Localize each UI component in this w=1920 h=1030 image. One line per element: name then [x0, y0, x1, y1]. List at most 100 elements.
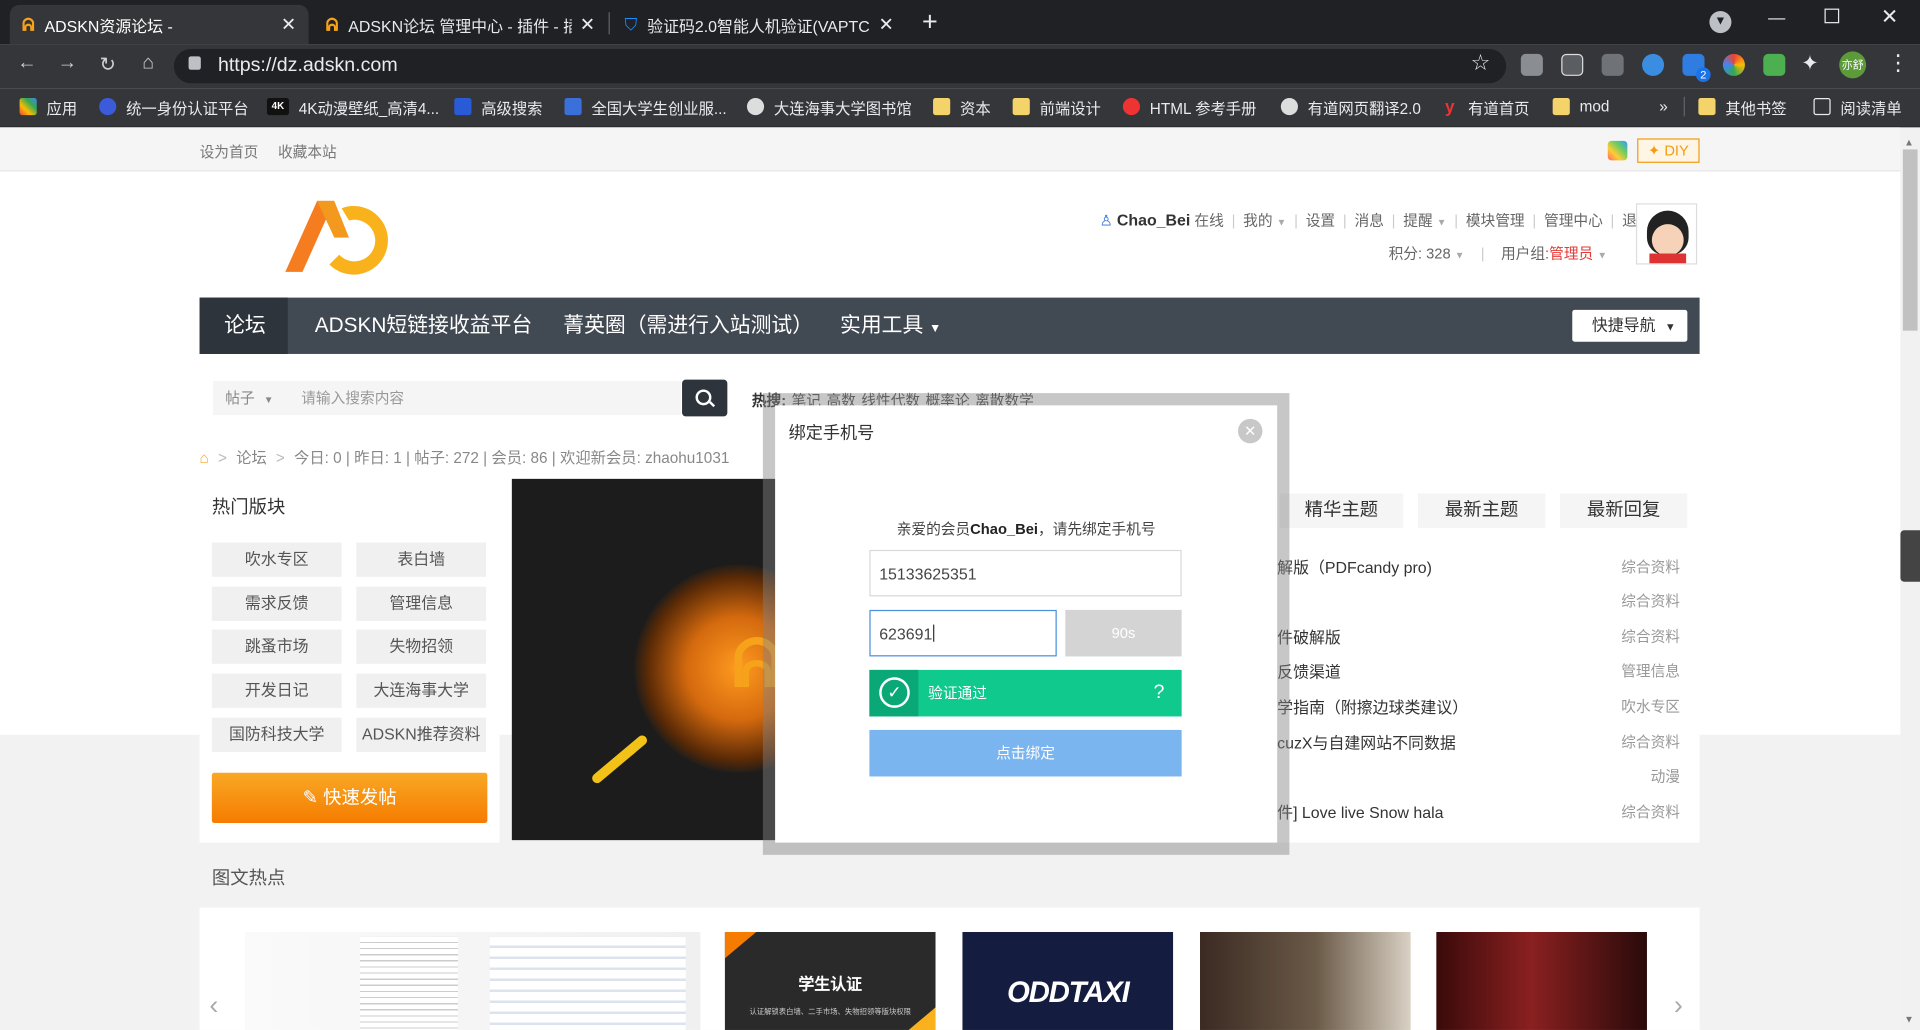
captcha-verified[interactable]: ✓ 验证通过 ?: [869, 669, 1182, 717]
theme-icon[interactable]: [1607, 140, 1628, 161]
bookmark-item[interactable]: 4K 4K动漫壁纸_高清4...: [266, 93, 439, 120]
bookmark-folder[interactable]: 资本: [933, 93, 991, 120]
home-icon[interactable]: ⌂: [200, 449, 209, 466]
thread-category[interactable]: 综合资料: [1582, 556, 1680, 577]
scroll-up-icon[interactable]: ▲: [1904, 137, 1914, 148]
bookmark-item[interactable]: 大连海事大学图书馆: [746, 93, 912, 120]
board-tag[interactable]: 表白墙: [356, 542, 487, 577]
bookmark-item[interactable]: HTML 参考手册: [1122, 93, 1256, 120]
search-type-select[interactable]: 帖子 ▼: [213, 380, 289, 416]
anime-image-card[interactable]: [1200, 931, 1411, 1030]
forward-icon[interactable]: →: [54, 53, 81, 75]
avatar[interactable]: [1635, 203, 1698, 265]
close-tab-icon[interactable]: ✕: [878, 13, 893, 36]
translate-icon[interactable]: [1763, 53, 1786, 76]
star-icon[interactable]: ☆: [1471, 50, 1491, 76]
ublock-icon[interactable]: [1520, 53, 1543, 76]
board-tag[interactable]: 开发日记: [211, 673, 342, 708]
bookmark-folder[interactable]: 前端设计: [1012, 93, 1101, 120]
breadcrumb-forum[interactable]: 论坛: [236, 449, 267, 466]
board-tag[interactable]: ADSKN推荐资料: [356, 717, 487, 752]
scroll-down-icon[interactable]: ▼: [1904, 1014, 1914, 1025]
nav-tools[interactable]: 实用工具 ▼: [840, 298, 941, 354]
bookmark-item[interactable]: 高级搜索: [454, 93, 542, 120]
browser-tab-3[interactable]: ⛉ 验证码2.0智能人机验证(VAPTCHA) ✕: [612, 5, 906, 44]
prev-arrow-icon[interactable]: ‹: [209, 990, 218, 1022]
new-tab-button[interactable]: +: [922, 6, 938, 38]
profile-avatar[interactable]: 亦舒: [1839, 51, 1867, 79]
address-bar[interactable]: https://dz.adskn.com: [173, 48, 1507, 84]
quick-post-button[interactable]: ✎ 快速发帖: [211, 772, 488, 823]
tab-latest-replies[interactable]: 最新回复: [1560, 493, 1688, 528]
thread-category[interactable]: 综合资料: [1582, 801, 1680, 822]
oddtaxi-card[interactable]: ODDTAXI: [962, 931, 1174, 1030]
send-code-button[interactable]: 90s: [1065, 609, 1182, 657]
board-tag[interactable]: 管理信息: [356, 586, 487, 621]
my-menu[interactable]: 我的: [1243, 212, 1272, 229]
browser-tab-1[interactable]: ᕱ ADSKN资源论坛 - ✕: [9, 4, 309, 45]
thread-category[interactable]: 综合资料: [1582, 731, 1680, 752]
bookmark-folder[interactable]: mod: [1552, 93, 1609, 120]
admin-center-link[interactable]: 管理中心: [1544, 212, 1603, 229]
close-tab-icon[interactable]: ✕: [580, 13, 595, 36]
nav-shortlink[interactable]: ADSKN短链接收益平台: [315, 298, 532, 354]
phone-input[interactable]: 15133625351: [869, 549, 1182, 597]
bookmark-site-link[interactable]: 收藏本站: [278, 141, 337, 162]
reload-icon[interactable]: ↻: [94, 53, 121, 77]
restore-icon[interactable]: [1824, 8, 1840, 24]
bookmarks-overflow[interactable]: »: [1659, 93, 1668, 120]
usergroup-value[interactable]: 管理员: [1549, 245, 1593, 262]
thread-title[interactable]: 学指南（附擦边球类建议）: [1277, 694, 1468, 717]
back-icon[interactable]: ←: [13, 53, 40, 75]
student-auth-card[interactable]: 学生认证 认证解锁表白墙、二手市场、失物招领等版块权限: [724, 931, 936, 1030]
next-arrow-icon[interactable]: ›: [1674, 990, 1683, 1022]
thread-category[interactable]: 综合资料: [1582, 590, 1680, 611]
set-homepage-link[interactable]: 设为首页: [200, 141, 259, 162]
close-icon[interactable]: ✕: [1237, 418, 1263, 444]
bind-button[interactable]: 点击绑定: [869, 729, 1182, 777]
tab-latest[interactable]: 最新主题: [1417, 493, 1546, 528]
thread-title[interactable]: cuzX与自建网站不同数据: [1277, 730, 1456, 753]
color-picker-icon[interactable]: [1722, 53, 1745, 76]
search-input[interactable]: 请输入搜索内容: [288, 380, 681, 416]
close-tab-icon[interactable]: ✕: [281, 13, 296, 36]
nav-elite[interactable]: 菁英圈（需进行入站测试）: [563, 298, 813, 354]
tab-search-icon[interactable]: ▼: [1709, 11, 1732, 34]
search-button[interactable]: [682, 379, 728, 417]
bookmark-item[interactable]: 全国大学生创业服...: [564, 93, 727, 120]
close-window-icon[interactable]: ✕: [1881, 5, 1898, 29]
side-widget[interactable]: [1900, 530, 1920, 582]
anime-image-card[interactable]: [1436, 931, 1647, 1030]
board-tag[interactable]: 大连海事大学: [356, 673, 487, 708]
home-icon[interactable]: ⌂: [135, 53, 162, 75]
menu-icon[interactable]: ⋮: [1887, 50, 1909, 76]
thread-category[interactable]: 吹水专区: [1582, 696, 1680, 717]
thread-category[interactable]: 综合资料: [1582, 626, 1680, 647]
minimize-icon[interactable]: —: [1768, 7, 1785, 27]
bookmark-item[interactable]: 有道网页翻译2.0: [1280, 93, 1421, 120]
scrollbar-thumb[interactable]: [1902, 149, 1918, 331]
thread-category[interactable]: 管理信息: [1582, 660, 1680, 681]
quick-nav-button[interactable]: 快捷导航 ▼: [1572, 309, 1688, 342]
points-link[interactable]: 积分: 328: [1389, 245, 1451, 262]
nav-forum[interactable]: 论坛: [224, 298, 266, 354]
thread-title[interactable]: 解版（PDFcandy pro): [1277, 555, 1432, 578]
banner-slider[interactable]: ᕱ: [511, 478, 779, 841]
board-tag[interactable]: 失物招领: [356, 629, 487, 664]
browser-tab-2[interactable]: ᕱ ADSKN论坛 管理中心 - 插件 - 插 ✕: [313, 5, 607, 44]
settings-link[interactable]: 设置: [1306, 212, 1335, 229]
help-icon[interactable]: ?: [1153, 670, 1164, 717]
board-tag[interactable]: 国防科技大学: [211, 717, 342, 752]
reminders-link[interactable]: 提醒: [1403, 212, 1432, 229]
sms-code-input[interactable]: 623691: [869, 609, 1057, 657]
bookmark-folder[interactable]: 其他书签: [1698, 93, 1787, 120]
puzzle-icon[interactable]: ✦: [1801, 51, 1818, 75]
cloud-icon[interactable]: [1642, 53, 1665, 76]
reading-list[interactable]: 阅读清单: [1813, 93, 1902, 120]
thread-category[interactable]: 动漫: [1582, 765, 1680, 786]
extension-icon[interactable]: [1561, 53, 1584, 76]
board-tag[interactable]: 跳蚤市场: [211, 629, 342, 664]
tab-featured[interactable]: 精华主题: [1279, 493, 1404, 528]
thread-title[interactable]: 件] Love live Snow hala: [1277, 800, 1443, 823]
board-tag[interactable]: 需求反馈: [211, 586, 342, 621]
